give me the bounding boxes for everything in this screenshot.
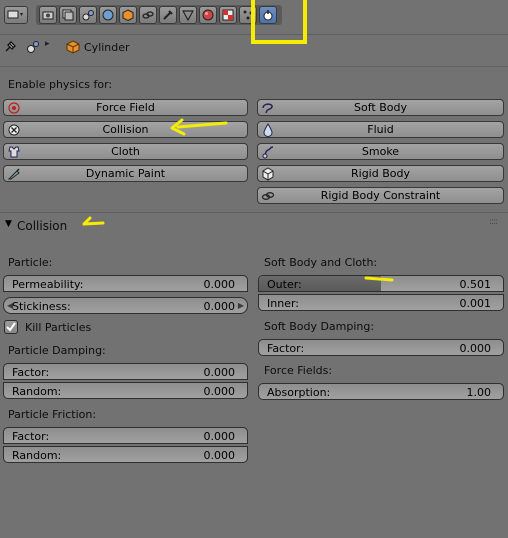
soft-body-button[interactable]: Soft Body bbox=[257, 99, 504, 116]
permeability-label: Permeability: bbox=[12, 278, 84, 291]
pin-icon[interactable] bbox=[3, 40, 17, 57]
stickiness-field[interactable]: ◀ Stickiness: 0.000 ▶ bbox=[3, 297, 248, 314]
soft-body-cloth-heading: Soft Body and Cloth: bbox=[264, 256, 378, 269]
damping-random-field[interactable]: Random: 0.000 bbox=[3, 382, 248, 399]
object-data-icon[interactable] bbox=[179, 6, 197, 24]
outer-value: 0.501 bbox=[459, 278, 492, 291]
soft-damping-factor-field[interactable]: Factor: 0.000 bbox=[258, 339, 504, 356]
rigid-body-constraint-label: Rigid Body Constraint bbox=[320, 189, 441, 202]
friction-factor-field[interactable]: Factor: 0.000 bbox=[3, 427, 248, 444]
absorption-value: 1.00 bbox=[466, 386, 492, 399]
annotation-arrow bbox=[82, 216, 105, 226]
soft-body-label: Soft Body bbox=[354, 101, 407, 114]
friction-random-value: 0.000 bbox=[203, 449, 236, 462]
collision-panel-header[interactable]: ▼ Collision :::: bbox=[0, 214, 508, 236]
render-icon[interactable] bbox=[39, 6, 57, 24]
inner-label: Inner: bbox=[267, 297, 299, 310]
damping-factor-field[interactable]: Factor: 0.000 bbox=[3, 363, 248, 380]
soft-damping-factor-label: Factor: bbox=[267, 342, 305, 355]
soft-body-damping-heading: Soft Body Damping: bbox=[264, 320, 375, 333]
divider bbox=[0, 66, 508, 67]
rigid-body-constraint-button[interactable]: Rigid Body Constraint bbox=[257, 187, 504, 204]
kill-particles-checkbox[interactable] bbox=[4, 320, 18, 334]
material-icon[interactable] bbox=[199, 6, 217, 24]
editor-type-icon[interactable] bbox=[4, 6, 28, 24]
fluid-label: Fluid bbox=[367, 123, 394, 136]
damping-random-value: 0.000 bbox=[203, 385, 236, 398]
object-icon[interactable] bbox=[119, 6, 137, 24]
friction-factor-value: 0.000 bbox=[203, 430, 236, 443]
annotation-mark bbox=[364, 276, 394, 282]
collision-panel-title: Collision bbox=[17, 219, 68, 233]
damping-factor-value: 0.000 bbox=[203, 366, 236, 379]
constraints-icon[interactable] bbox=[139, 6, 157, 24]
force-fields-heading: Force Fields: bbox=[264, 364, 333, 377]
stickiness-value: 0.000 bbox=[203, 300, 236, 313]
rigid-body-button[interactable]: Rigid Body bbox=[257, 165, 504, 182]
divider bbox=[0, 212, 508, 213]
damping-factor-label: Factor: bbox=[12, 366, 50, 379]
smoke-label: Smoke bbox=[361, 145, 400, 158]
absorption-field[interactable]: Absorption: 1.00 bbox=[258, 383, 504, 400]
kill-particles-label[interactable]: Kill Particles bbox=[25, 321, 91, 334]
particle-heading: Particle: bbox=[8, 256, 53, 269]
modifiers-icon[interactable] bbox=[159, 6, 177, 24]
damping-random-label: Random: bbox=[12, 385, 62, 398]
scene-icon bbox=[26, 40, 40, 57]
cloth-label: Cloth bbox=[111, 145, 140, 158]
stickiness-label: Stickiness: bbox=[12, 300, 71, 313]
inner-value: 0.001 bbox=[459, 297, 492, 310]
increment-arrow-icon[interactable]: ▶ bbox=[238, 301, 244, 310]
inner-field[interactable]: Inner: 0.001 bbox=[258, 294, 504, 311]
context-path: ▸ Cylinder bbox=[0, 36, 508, 60]
friction-random-label: Random: bbox=[12, 449, 62, 462]
force-field-button[interactable]: Force Field bbox=[3, 99, 248, 116]
render-layers-icon[interactable] bbox=[59, 6, 77, 24]
rigid-body-label: Rigid Body bbox=[351, 167, 410, 180]
object-name: Cylinder bbox=[84, 41, 130, 54]
friction-random-field[interactable]: Random: 0.000 bbox=[3, 446, 248, 463]
outer-label: Outer: bbox=[267, 278, 302, 291]
force-field-label: Force Field bbox=[96, 101, 155, 114]
soft-damping-factor-value: 0.000 bbox=[459, 342, 492, 355]
drag-handle-icon[interactable]: :::: bbox=[489, 217, 498, 227]
cloth-button[interactable]: Cloth bbox=[3, 143, 248, 160]
dynamic-paint-button[interactable]: Dynamic Paint bbox=[3, 165, 248, 182]
annotation-arrow bbox=[170, 118, 228, 136]
texture-icon[interactable] bbox=[219, 6, 237, 24]
absorption-label: Absorption: bbox=[267, 386, 331, 399]
collapse-triangle-icon[interactable]: ▼ bbox=[5, 219, 12, 229]
checkmark-icon bbox=[6, 322, 16, 332]
dynamic-paint-label: Dynamic Paint bbox=[85, 167, 166, 180]
scene-icon[interactable] bbox=[79, 6, 97, 24]
enable-physics-label: Enable physics for: bbox=[8, 78, 113, 91]
friction-factor-label: Factor: bbox=[12, 430, 50, 443]
particle-friction-heading: Particle Friction: bbox=[8, 408, 97, 421]
smoke-button[interactable]: Smoke bbox=[257, 143, 504, 160]
permeability-value: 0.000 bbox=[203, 278, 236, 291]
object-icon bbox=[66, 40, 80, 57]
particle-damping-heading: Particle Damping: bbox=[8, 344, 106, 357]
fluid-button[interactable]: Fluid bbox=[257, 121, 504, 138]
world-icon[interactable] bbox=[99, 6, 117, 24]
permeability-field[interactable]: Permeability: 0.000 bbox=[3, 275, 248, 292]
chevron-right-icon: ▸ bbox=[45, 39, 50, 49]
